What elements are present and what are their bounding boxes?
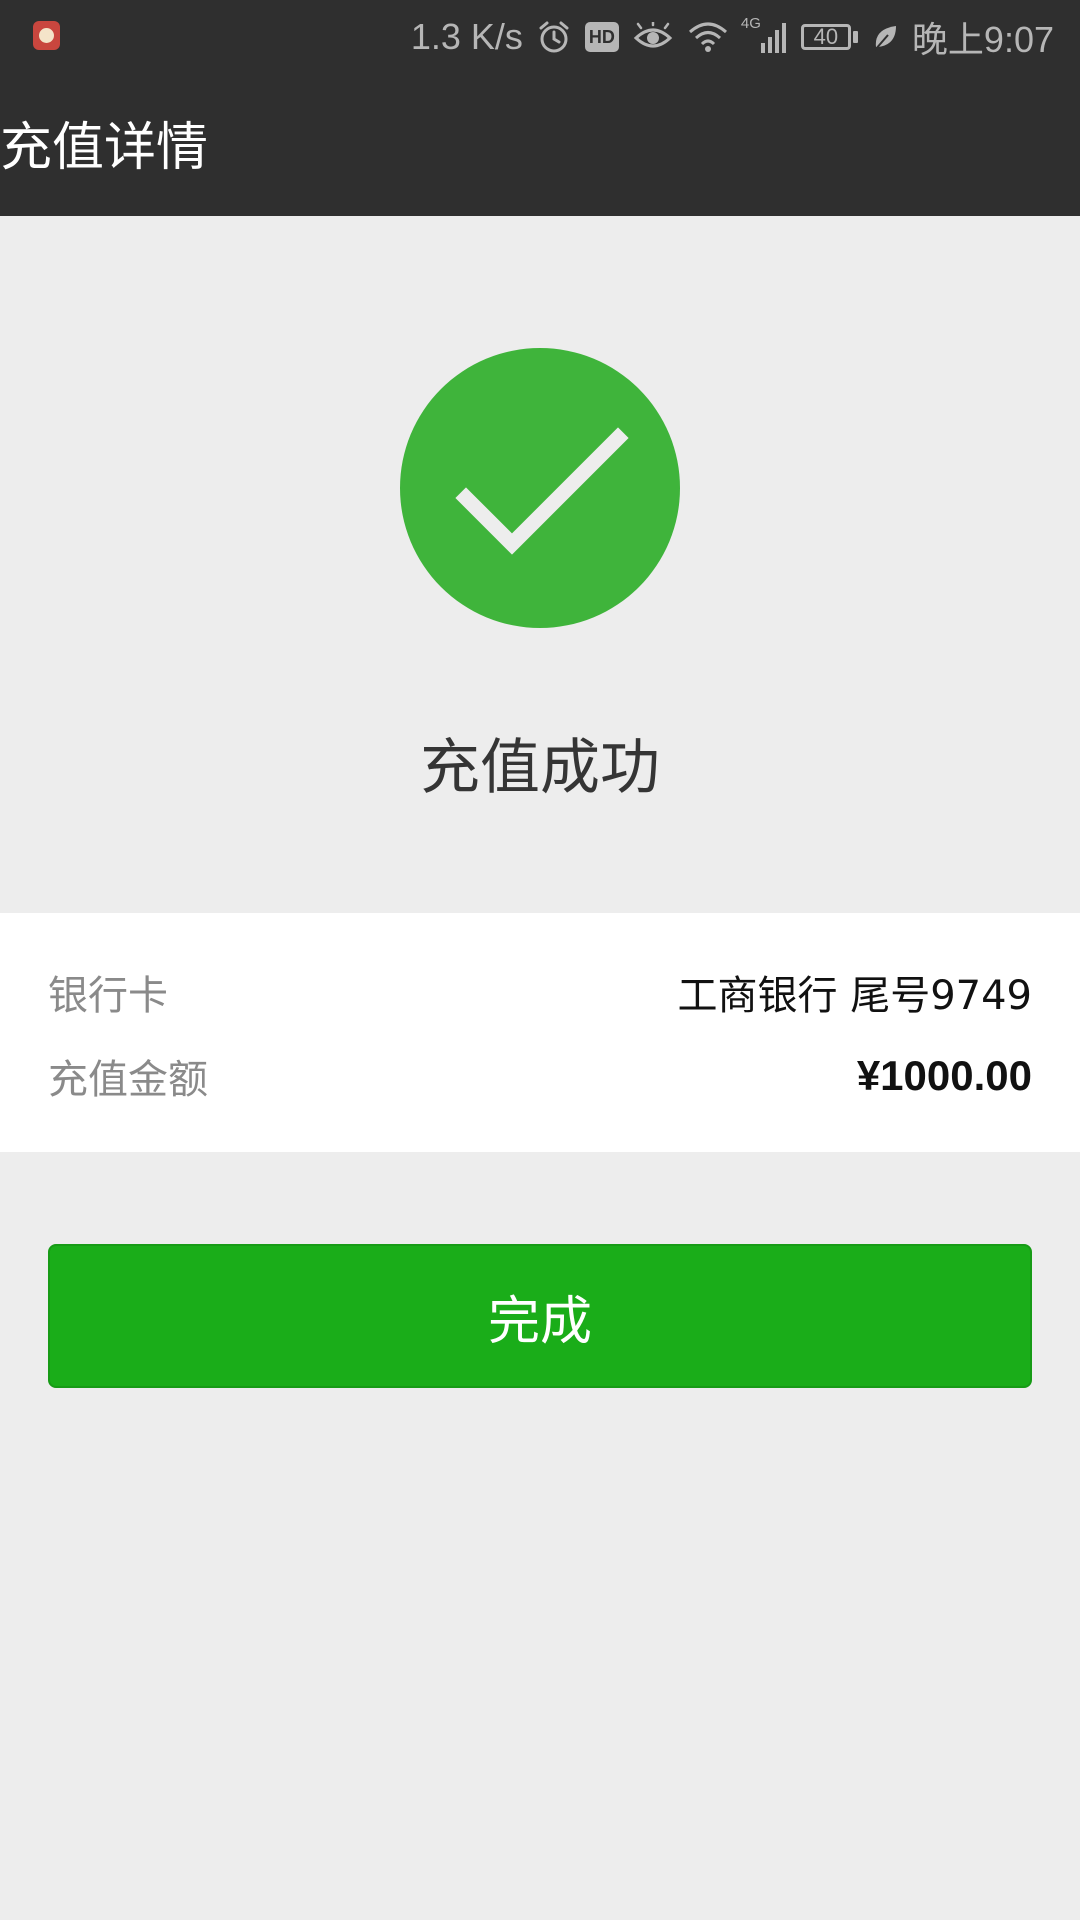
- amount-value: ¥1000.00: [856, 1052, 1032, 1099]
- check-circle-icon: [400, 348, 680, 628]
- title-bar: 充值详情: [0, 74, 1080, 216]
- page-title: 充值详情: [0, 118, 209, 178]
- hd-icon: HD: [584, 22, 619, 52]
- detail-row-bank-card: 银行卡 工商银行 尾号9749: [48, 962, 1032, 1022]
- success-message: 充值成功: [420, 733, 660, 803]
- detail-card: [0, 913, 1080, 1152]
- bank-card-value: 工商银行 尾号9749: [677, 973, 1032, 1019]
- clock-time: 晚上9:07: [911, 19, 1054, 60]
- amount-label: 充值金额: [48, 1057, 208, 1103]
- detail-row-amount: 充值金额 ¥1000.00: [48, 1046, 1032, 1106]
- eye-icon: [633, 22, 673, 52]
- battery-icon: 40: [800, 24, 858, 50]
- status-indicators: 1.3 K/s HD 4G 40 晚上9:07: [411, 0, 1054, 74]
- network-type-label: 4G: [740, 15, 761, 32]
- status-bar: 1.3 K/s HD 4G 40 晚上9:07: [0, 0, 1080, 74]
- bank-card-label: 银行卡: [48, 973, 168, 1019]
- leaf-icon: [872, 23, 898, 51]
- app-notification-icon: [33, 21, 60, 50]
- battery-level: 40: [800, 24, 851, 50]
- network-speed: 1.3 K/s: [410, 16, 523, 57]
- wifi-icon: [687, 20, 729, 54]
- alarm-icon: [537, 20, 571, 54]
- signal-icon: 4G: [741, 15, 787, 55]
- done-button[interactable]: 完成: [48, 1244, 1032, 1388]
